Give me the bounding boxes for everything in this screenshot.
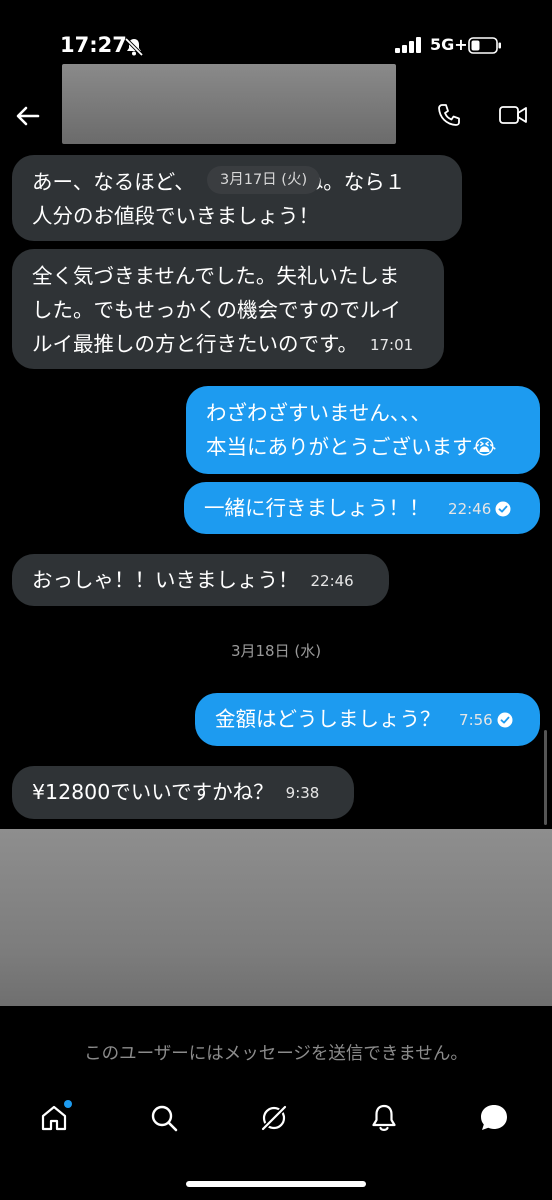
phone-call-icon[interactable]	[436, 102, 462, 128]
nav-search[interactable]	[144, 1098, 184, 1138]
message-text: した。でもせっかくの機会ですのでルイ	[32, 298, 401, 322]
video-call-icon[interactable]	[498, 102, 528, 128]
message-bubble-incoming[interactable]: おっしゃ！！いきましょう！ 22:46	[12, 554, 389, 606]
message-time: 22:46	[310, 572, 354, 590]
bottom-nav	[0, 1085, 552, 1155]
nav-messages[interactable]	[474, 1098, 514, 1138]
message-text: 金額はどうしましょう？	[215, 707, 441, 731]
message-text: あー、なるほど、	[32, 170, 195, 194]
floating-date-pill: 3月17日 (火)	[207, 166, 321, 194]
date-separator: 3月18日 (水)	[230, 642, 322, 660]
message-status: 7:56	[459, 703, 513, 737]
message-text: わざわざすいません、、、	[206, 401, 431, 425]
search-icon	[151, 1105, 178, 1132]
read-check-icon	[497, 712, 513, 728]
message-text: ルイ最推しの方と行きたいのです。	[32, 332, 358, 356]
messages-icon	[481, 1105, 507, 1130]
network-type: 5G+	[430, 35, 468, 54]
message-time: 9:38	[285, 784, 320, 802]
message-bubble-outgoing[interactable]: 金額はどうしましょう？ 7:56	[195, 693, 540, 746]
message-bubble-incoming[interactable]: ¥12800でいいですかね？ 9:38	[12, 766, 354, 819]
nav-home[interactable]	[34, 1098, 74, 1138]
notifications-icon	[372, 1104, 396, 1131]
back-arrow-icon[interactable]	[12, 100, 44, 132]
status-time: 17:27	[60, 33, 127, 57]
cell-signal-icon	[395, 37, 421, 53]
message-time: 17:01	[369, 336, 414, 354]
message-text: 一緒に行きましょう！！	[204, 496, 430, 520]
grok-icon	[260, 1104, 288, 1132]
message-status: 22:46	[448, 492, 511, 526]
message-bubble-incoming[interactable]: 全く気づきませんでした。失礼いたしま した。でもせっかくの機会ですのでルイ ルイ…	[12, 249, 444, 369]
cannot-send-notice: このユーザーにはメッセージを送信できません。	[84, 1044, 468, 1064]
message-text: 本当にありがとうございます😭	[206, 435, 497, 459]
battery-icon	[468, 37, 501, 54]
nav-grok[interactable]	[254, 1098, 294, 1138]
read-check-icon	[495, 501, 511, 517]
message-text: 人分のお値段でいきましょう！	[32, 204, 319, 228]
redacted-area	[0, 829, 552, 1006]
message-time: 7:56	[459, 711, 493, 729]
home-indicator[interactable]	[186, 1181, 366, 1187]
message-text: おっしゃ！！いきましょう！	[32, 568, 299, 592]
unread-dot	[64, 1100, 72, 1108]
contact-name-redacted	[62, 64, 396, 144]
bell-muted-icon	[124, 37, 144, 57]
message-time: 22:46	[448, 500, 492, 518]
message-bubble-outgoing[interactable]: わざわざすいません、、、 本当にありがとうございます😭	[186, 386, 540, 474]
scrollbar[interactable]	[544, 730, 547, 825]
message-text: ¥12800でいいですかね？	[32, 780, 274, 804]
message-bubble-outgoing[interactable]: 一緒に行きましょう！！ 22:46	[184, 482, 540, 534]
message-text: 全く気づきませんでした。失礼いたしま	[32, 264, 400, 288]
nav-notifications[interactable]	[364, 1098, 404, 1138]
